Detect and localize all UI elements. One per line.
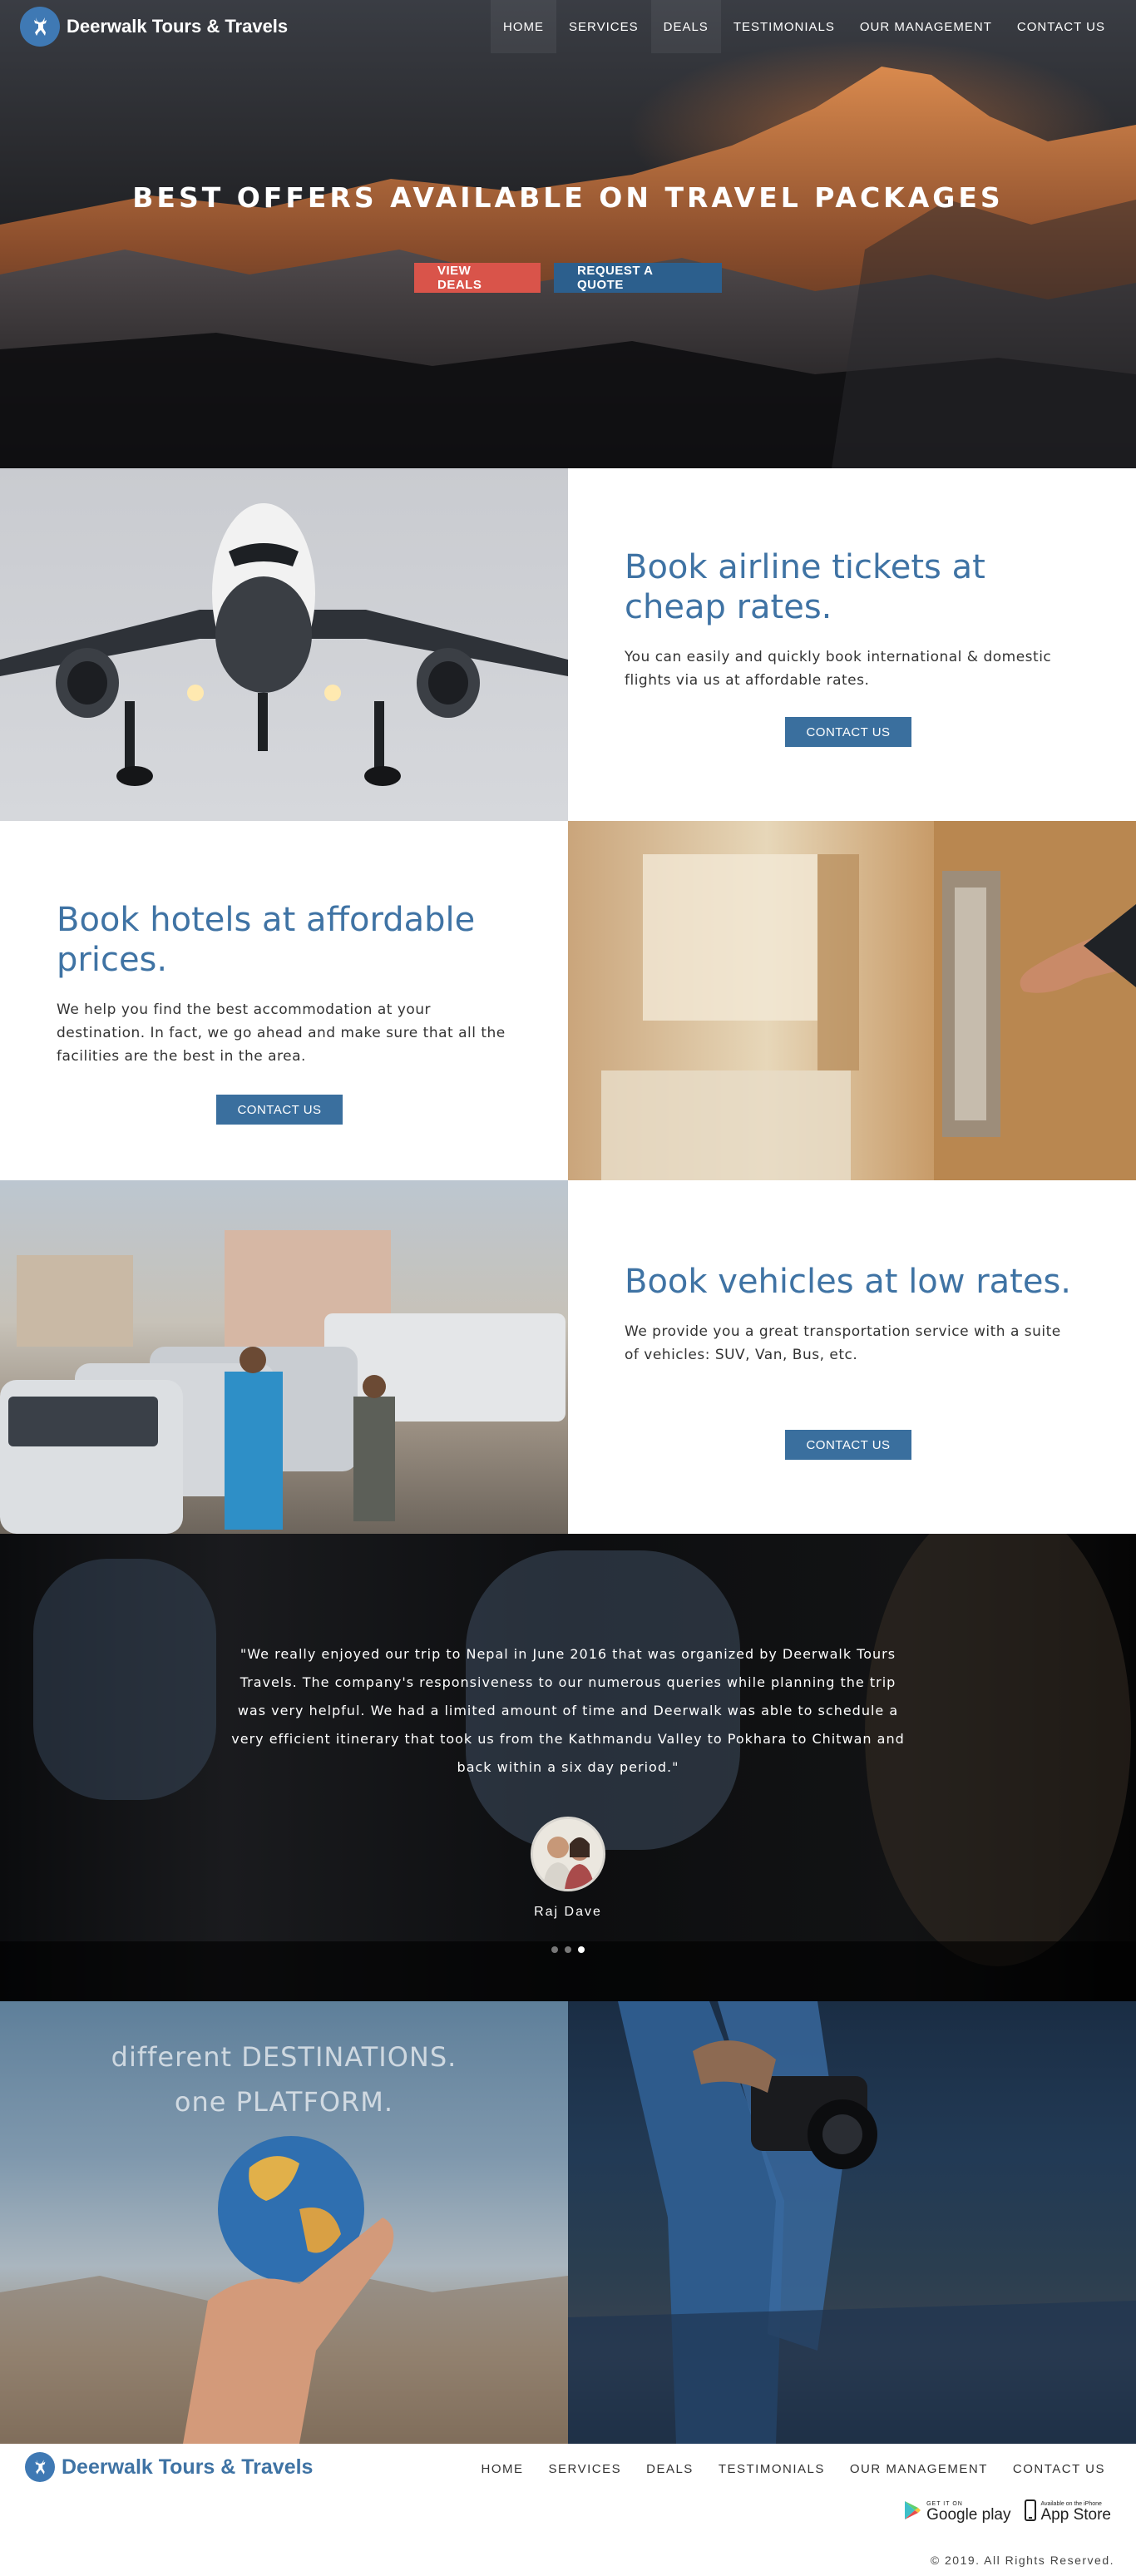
app-store-label: App Store bbox=[1040, 2506, 1112, 2524]
testimonial-avatar bbox=[531, 1817, 605, 1891]
nav-our-management[interactable]: OUR MANAGEMENT bbox=[847, 0, 1005, 53]
nav-contact-us[interactable]: CONTACT US bbox=[1005, 0, 1118, 53]
carousel-dot[interactable] bbox=[551, 1946, 558, 1953]
hero-buttons: VIEW DEALS REQUEST A QUOTE bbox=[0, 263, 1136, 293]
hero-section: Deerwalk Tours & Travels HOME SERVICES D… bbox=[0, 0, 1136, 468]
camera-traveler-image bbox=[568, 2001, 1136, 2444]
footer-nav-testimonials[interactable]: TESTIMONIALS bbox=[706, 2462, 837, 2476]
footer-nav-deals[interactable]: DEALS bbox=[634, 2462, 706, 2476]
nav-home[interactable]: HOME bbox=[491, 0, 557, 53]
deer-logo-icon bbox=[25, 2452, 55, 2482]
airline-description: You can easily and quickly book internat… bbox=[625, 649, 1052, 689]
main-nav: HOME SERVICES DEALS TESTIMONIALS OUR MAN… bbox=[491, 0, 1118, 53]
app-store-badge[interactable]: Available on the iPhone App Store bbox=[1024, 2499, 1112, 2525]
hotel-title: Book hotels at affordable prices. bbox=[57, 901, 476, 979]
airline-feature-section: Book airline tickets at cheap rates. You… bbox=[0, 468, 1136, 821]
copyright-text: © 2019. All Rights Reserved. bbox=[930, 2554, 1114, 2567]
footer-nav-services[interactable]: SERVICES bbox=[536, 2462, 635, 2476]
testimonial-section: "We really enjoyed our trip to Nepal in … bbox=[0, 1534, 1136, 2001]
airline-title: Book airline tickets at cheap rates. bbox=[625, 548, 985, 626]
app-store-badges: GET IT ON Google play Available on the i… bbox=[903, 2499, 1111, 2525]
mountain-background-image bbox=[0, 67, 1136, 468]
globe-in-hand-image: different DESTINATIONS. one PLATFORM. bbox=[0, 2001, 568, 2444]
airplane-image bbox=[0, 468, 568, 821]
vehicle-feature-section: Book vehicles at low rates. We provide y… bbox=[0, 1180, 1136, 1534]
request-quote-button[interactable]: REQUEST A QUOTE bbox=[554, 263, 722, 293]
testimonial-quote: "We really enjoyed our trip to Nepal in … bbox=[231, 1646, 905, 1775]
hotel-feature-section: Book hotels at affordable prices. We hel… bbox=[0, 821, 1136, 1180]
nav-testimonials[interactable]: TESTIMONIALS bbox=[721, 0, 847, 53]
vehicles-image bbox=[0, 1180, 568, 1534]
google-play-badge[interactable]: GET IT ON Google play bbox=[903, 2499, 1011, 2525]
brand-name: Deerwalk Tours & Travels bbox=[67, 16, 289, 37]
footer-brand-name: Deerwalk Tours & Travels bbox=[62, 2455, 314, 2479]
google-play-label: Google play bbox=[926, 2506, 1011, 2524]
footer-nav-home[interactable]: HOME bbox=[469, 2462, 536, 2476]
carousel-dot-active[interactable] bbox=[578, 1946, 585, 1953]
vehicle-title: Book vehicles at low rates. bbox=[625, 1263, 1072, 1301]
airline-text-panel: Book airline tickets at cheap rates. You… bbox=[568, 468, 1136, 821]
view-deals-button[interactable]: VIEW DEALS bbox=[414, 263, 541, 293]
hotel-contact-button[interactable]: CONTACT US bbox=[216, 1095, 343, 1125]
airline-contact-button[interactable]: CONTACT US bbox=[785, 717, 911, 747]
vehicle-text-panel: Book vehicles at low rates. We provide y… bbox=[568, 1180, 1136, 1534]
destinations-section: different DESTINATIONS. one PLATFORM. bbox=[0, 2001, 1136, 2444]
tagline-line-2: one PLATFORM. bbox=[174, 2086, 394, 2118]
footer-brand-logo[interactable]: Deerwalk Tours & Travels bbox=[25, 2452, 313, 2482]
footer-nav: HOME SERVICES DEALS TESTIMONIALS OUR MAN… bbox=[469, 2462, 1118, 2476]
nav-services[interactable]: SERVICES bbox=[556, 0, 651, 53]
iphone-icon bbox=[1024, 2499, 1036, 2525]
top-navbar: Deerwalk Tours & Travels HOME SERVICES D… bbox=[0, 0, 1136, 53]
testimonial-author: Raj Dave bbox=[534, 1905, 602, 1919]
tagline-line-1: different DESTINATIONS. bbox=[111, 2041, 457, 2073]
hero-title: BEST OFFERS AVAILABLE ON TRAVEL PACKAGES bbox=[132, 181, 1004, 214]
footer-nav-contact-us[interactable]: CONTACT US bbox=[1000, 2462, 1118, 2476]
hotel-description: We help you find the best accommodation … bbox=[57, 1001, 506, 1065]
destinations-tagline: different DESTINATIONS. one PLATFORM. bbox=[0, 2035, 568, 2124]
carousel-dot[interactable] bbox=[565, 1946, 571, 1953]
footer: Deerwalk Tours & Travels HOME SERVICES D… bbox=[0, 2444, 1136, 2576]
vehicle-contact-button[interactable]: CONTACT US bbox=[785, 1430, 911, 1460]
testimonial-carousel-dots bbox=[0, 1946, 1136, 1953]
google-play-icon bbox=[903, 2500, 921, 2524]
hotel-text-panel: Book hotels at affordable prices. We hel… bbox=[0, 821, 568, 1180]
brand-logo[interactable]: Deerwalk Tours & Travels bbox=[20, 7, 288, 47]
nav-deals[interactable]: DEALS bbox=[650, 0, 721, 53]
vehicle-description: We provide you a great transportation se… bbox=[625, 1323, 1061, 1363]
footer-nav-our-management[interactable]: OUR MANAGEMENT bbox=[837, 2462, 1000, 2476]
deer-logo-icon bbox=[20, 7, 60, 47]
hotel-door-image bbox=[568, 821, 1136, 1180]
